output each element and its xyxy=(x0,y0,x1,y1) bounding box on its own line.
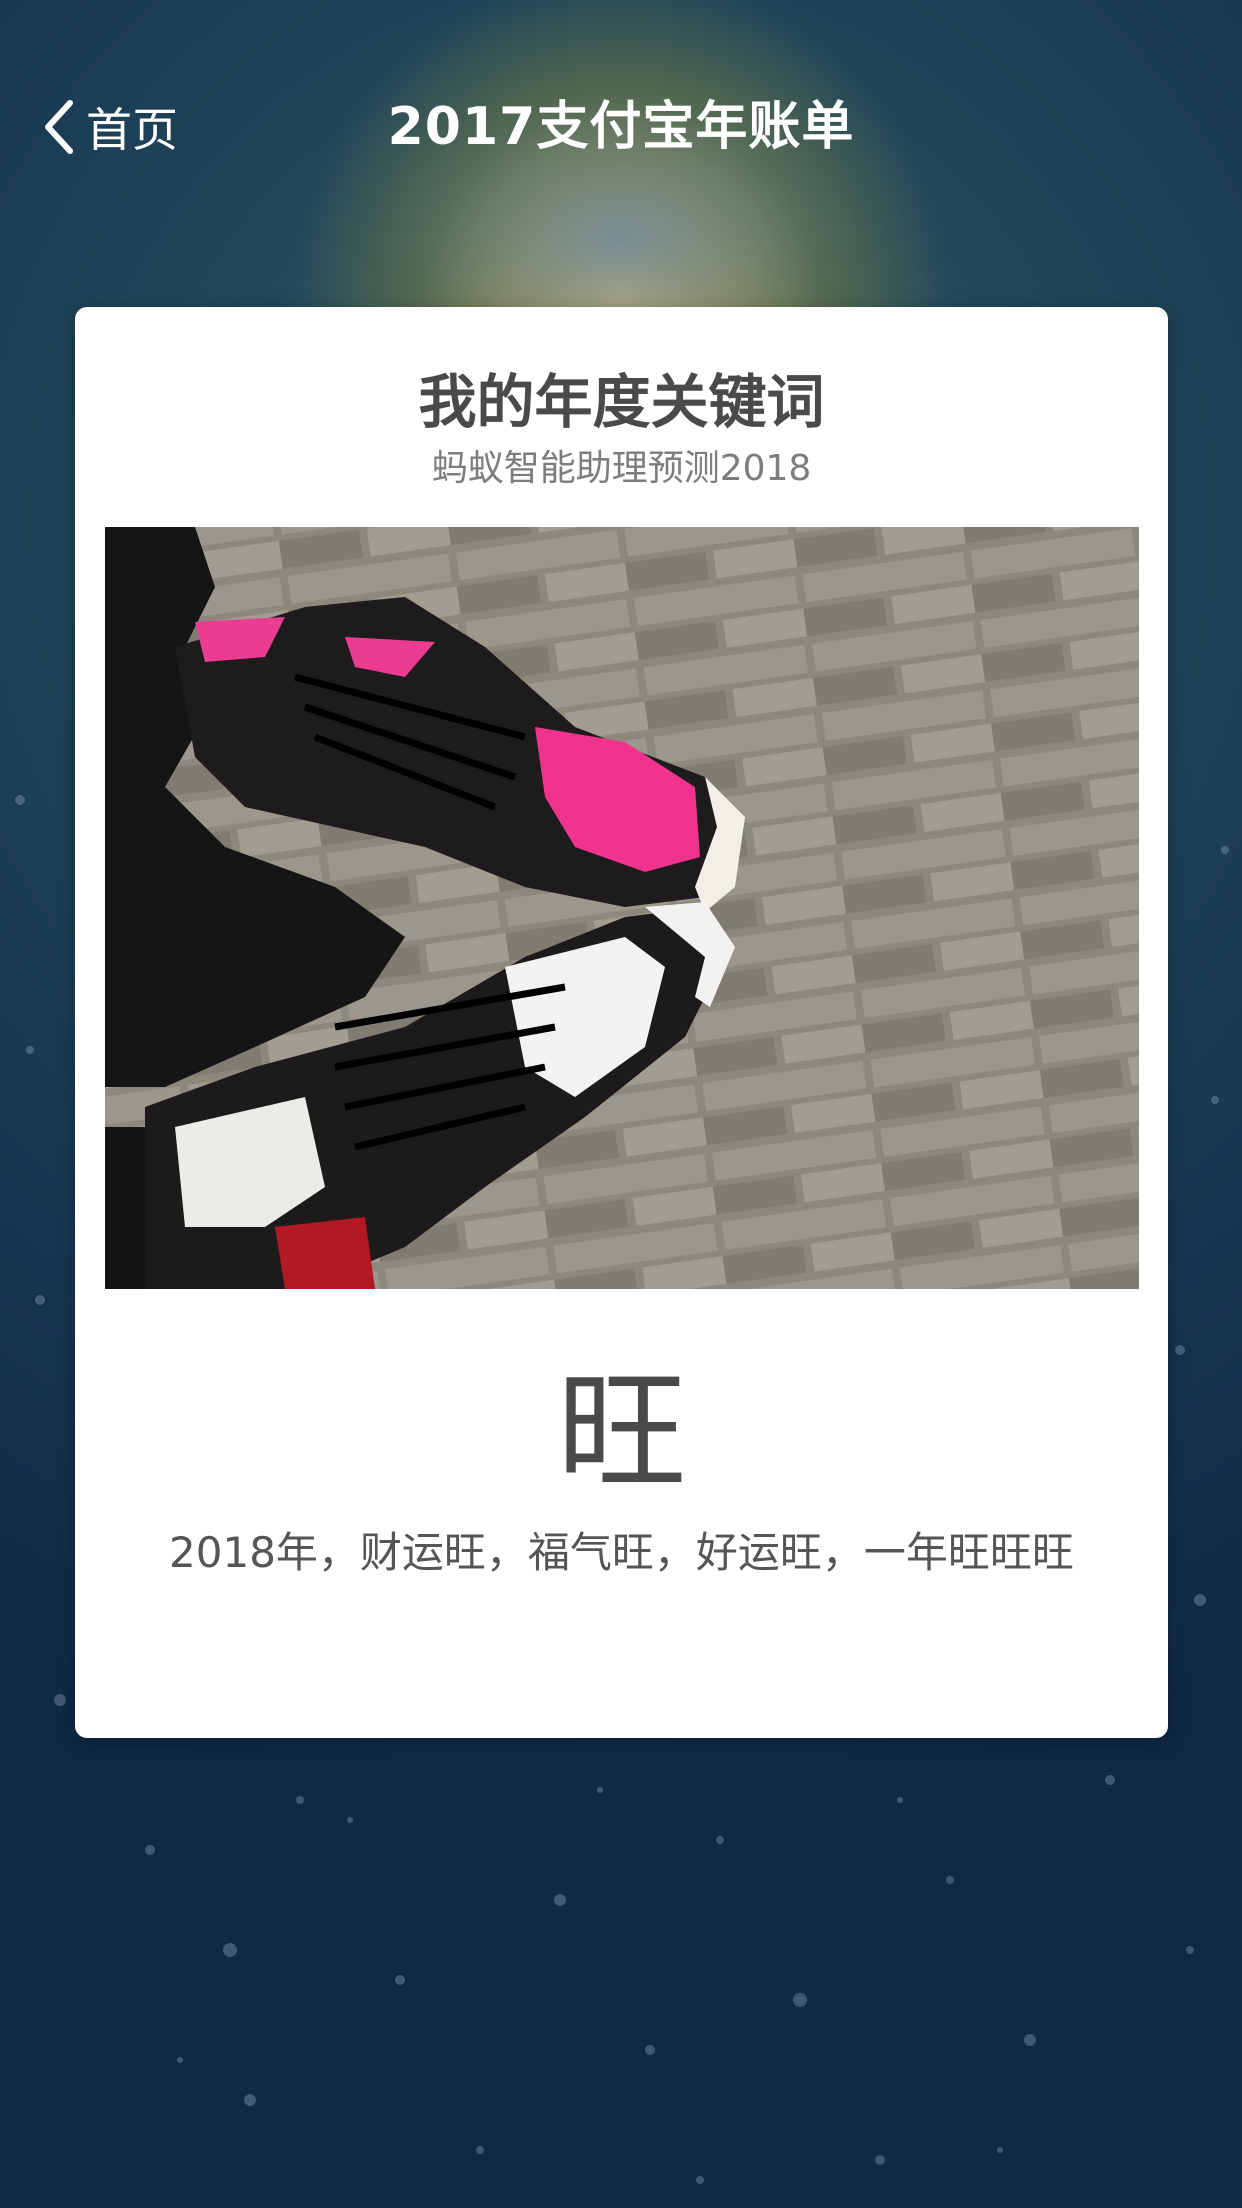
annual-keyword: 旺 xyxy=(556,1356,687,1508)
keyword-description: 2018年，财运旺，福气旺，好运旺，一年旺旺旺 xyxy=(169,1528,1074,1577)
keyword-card: 我的年度关键词 蚂蚁智能助理预测2018 旺 2018年，财运旺，福气旺，好运旺… xyxy=(75,307,1168,1738)
sneakers-photo xyxy=(105,527,1139,1289)
sneakers-photo-illustration xyxy=(105,527,1139,1289)
top-navigation-bar: 首页 2017支付宝年账单 xyxy=(0,0,1242,250)
page-title: 2017支付宝年账单 xyxy=(387,97,855,157)
card-title: 我的年度关键词 xyxy=(418,368,825,436)
card-subtitle: 蚂蚁智能助理预测2018 xyxy=(431,448,812,489)
